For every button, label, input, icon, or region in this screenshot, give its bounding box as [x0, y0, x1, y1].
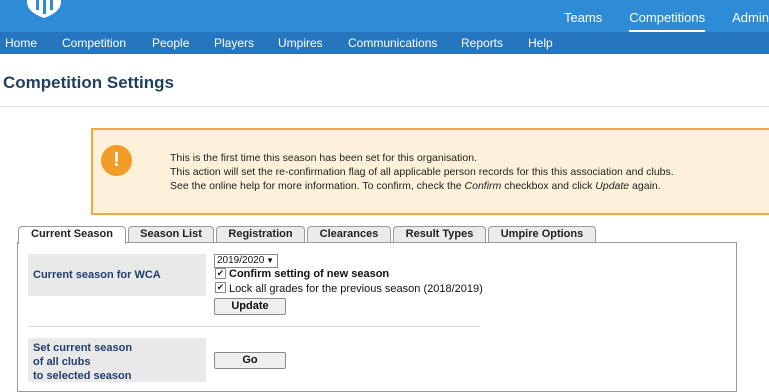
current-season-label: Current season for WCA	[33, 269, 161, 281]
top-links: Teams Competitions Admin	[537, 0, 769, 32]
alert-message: This is the first time this season has b…	[170, 151, 674, 193]
alert-text-part: checkbox and click	[501, 180, 596, 192]
main-nav: Home Competition People Players Umpires …	[0, 32, 769, 54]
alert-line-1: This is the first time this season has b…	[170, 152, 477, 164]
nav-players[interactable]: Players	[214, 36, 254, 50]
alert-line-2: This action will set the re-confirmation…	[170, 166, 674, 178]
nav-competition[interactable]: Competition	[62, 36, 126, 50]
nav-umpires[interactable]: Umpires	[278, 36, 323, 50]
current-season-label-cell: Current season for WCA	[28, 254, 206, 296]
nav-home[interactable]: Home	[5, 36, 37, 50]
clubs-season-label-cell: Set current season of all clubs to selec…	[28, 338, 206, 382]
clubs-season-label: Set current season of all clubs to selec…	[33, 341, 132, 383]
confirm-label: Confirm setting of new season	[229, 268, 390, 280]
clubs-season-label-line: Set current season	[33, 342, 133, 354]
season-select[interactable]: 2019/2020 ▼	[214, 254, 278, 268]
confirm-checkbox[interactable]: ✔	[215, 268, 226, 279]
top-bar: Teams Competitions Admin	[0, 0, 769, 32]
divider	[28, 326, 480, 327]
nav-help[interactable]: Help	[528, 36, 553, 50]
season-select-value: 2019/2020	[217, 255, 265, 266]
chevron-down-icon: ▼	[266, 256, 274, 265]
tab-umpire-options[interactable]: Umpire Options	[488, 226, 596, 242]
alert-line-3: See the online help for more information…	[170, 179, 674, 193]
nav-communications[interactable]: Communications	[348, 36, 437, 50]
alert-confirm-word: Confirm	[464, 180, 502, 192]
lock-grades-checkbox[interactable]: ✔	[215, 282, 226, 293]
top-link-admin[interactable]: Admin	[732, 0, 769, 32]
nav-reports[interactable]: Reports	[461, 36, 503, 50]
go-button[interactable]: Go	[214, 352, 286, 369]
nav-people[interactable]: People	[152, 36, 189, 50]
tab-result-types[interactable]: Result Types	[393, 226, 486, 242]
divider	[0, 106, 769, 107]
alert-text-part: See the online help for more information…	[170, 180, 465, 192]
update-button[interactable]: Update	[214, 298, 286, 315]
logo-icon	[27, 0, 61, 18]
clubs-season-label-line: of all clubs	[33, 356, 91, 368]
page-title: Competition Settings	[3, 73, 174, 92]
clubs-season-label-line: to selected season	[33, 370, 132, 382]
tab-season-list[interactable]: Season List	[128, 226, 214, 242]
top-link-teams[interactable]: Teams	[564, 0, 602, 32]
alert-update-word: Update	[595, 180, 630, 192]
tab-clearances[interactable]: Clearances	[307, 226, 391, 242]
top-link-competitions[interactable]: Competitions	[629, 0, 706, 32]
exclamation-icon: !	[101, 145, 132, 176]
tab-current-season[interactable]: Current Season	[18, 226, 126, 244]
lock-grades-label: Lock all grades for the previous season …	[229, 283, 483, 295]
tab-registration[interactable]: Registration	[216, 226, 305, 242]
alert-text-part: again.	[629, 180, 661, 192]
